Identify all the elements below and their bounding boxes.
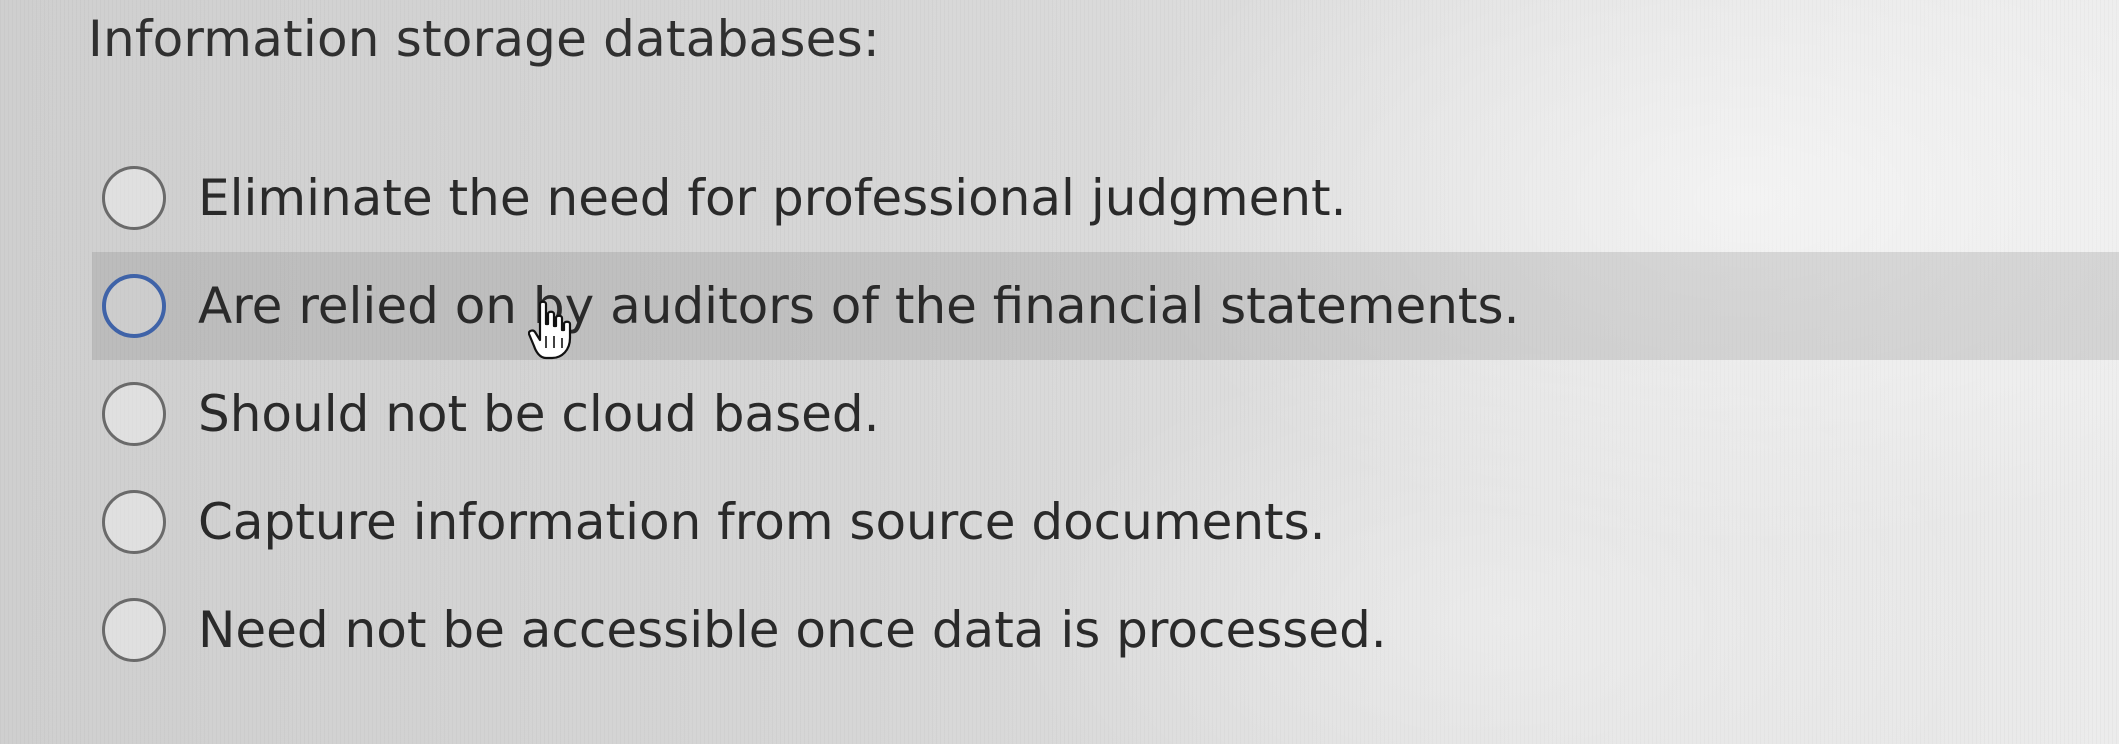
option-2[interactable]: Are relied on by auditors of the financi… — [92, 252, 2119, 360]
answer-options: Eliminate the need for professional judg… — [0, 0, 2119, 744]
option-label: Capture information from source document… — [198, 493, 1326, 551]
radio-button-icon[interactable] — [102, 274, 166, 338]
option-3[interactable]: Should not be cloud based. — [92, 360, 2119, 468]
option-4[interactable]: Capture information from source document… — [92, 468, 2119, 576]
radio-button-icon[interactable] — [102, 490, 166, 554]
radio-button-icon[interactable] — [102, 598, 166, 662]
option-label: Eliminate the need for professional judg… — [198, 169, 1347, 227]
option-label: Need not be accessible once data is proc… — [198, 601, 1387, 659]
option-1[interactable]: Eliminate the need for professional judg… — [92, 144, 2119, 252]
option-5[interactable]: Need not be accessible once data is proc… — [92, 576, 2119, 684]
option-label: Should not be cloud based. — [198, 385, 880, 443]
radio-button-icon[interactable] — [102, 166, 166, 230]
option-label: Are relied on by auditors of the financi… — [198, 277, 1520, 335]
radio-button-icon[interactable] — [102, 382, 166, 446]
